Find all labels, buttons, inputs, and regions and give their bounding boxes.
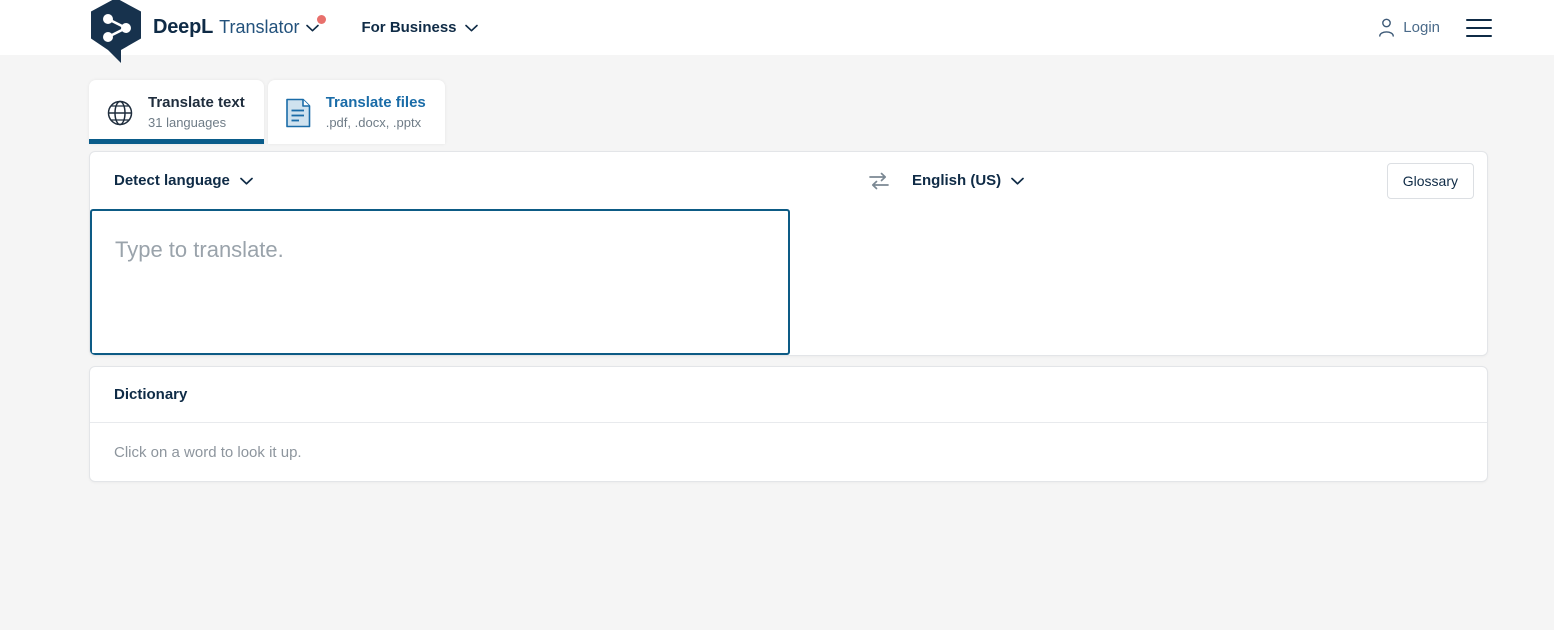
chevron-down-icon bbox=[306, 24, 320, 31]
nav-item-for-business[interactable]: For Business bbox=[361, 19, 478, 36]
target-text-panel[interactable] bbox=[790, 209, 1487, 355]
translation-panes: Type to translate. bbox=[90, 209, 1487, 355]
person-icon bbox=[1379, 18, 1395, 37]
app-header: DeepL Translator For Business Login bbox=[0, 0, 1554, 63]
chevron-down-icon bbox=[464, 24, 478, 31]
dictionary-title: Dictionary bbox=[90, 367, 1487, 423]
login-label: Login bbox=[1403, 19, 1440, 36]
chevron-down-icon bbox=[1011, 177, 1025, 185]
tab-translate-files-title: Translate files bbox=[325, 94, 426, 111]
nav-business-label: For Business bbox=[361, 19, 457, 36]
brand-title[interactable]: DeepL Translator bbox=[153, 14, 327, 39]
source-text-placeholder: Type to translate. bbox=[115, 237, 284, 262]
header-actions: Login bbox=[1378, 0, 1492, 55]
language-bar: Detect language English (US) Glossary bbox=[90, 152, 1487, 209]
brand-name: DeepL bbox=[153, 16, 214, 38]
tab-translate-files-subtitle: .pdf, .docx, .pptx bbox=[325, 114, 422, 130]
mode-tabs: Translate text 31 languages Translate fi… bbox=[89, 80, 1554, 144]
swap-arrows-icon bbox=[869, 172, 889, 189]
target-language-label: English (US) bbox=[912, 172, 1002, 189]
brand-block: DeepL Translator For Business bbox=[88, 0, 478, 55]
product-name: Translator bbox=[219, 17, 300, 37]
dictionary-empty-message: Click on a word to look it up. bbox=[114, 443, 302, 461]
dictionary-card: Dictionary Click on a word to look it up… bbox=[89, 366, 1488, 482]
product-menu-toggle[interactable] bbox=[306, 14, 327, 32]
target-language-selector[interactable]: English (US) bbox=[912, 172, 1025, 189]
globe-icon bbox=[107, 100, 133, 125]
chevron-down-icon bbox=[240, 177, 253, 185]
login-button[interactable]: Login bbox=[1378, 18, 1440, 37]
tab-translate-text-title: Translate text bbox=[148, 94, 245, 111]
swap-languages-button[interactable] bbox=[865, 167, 893, 195]
translator-card: Detect language English (US) Glossary Ty… bbox=[89, 151, 1488, 356]
tab-translate-files[interactable]: Translate files .pdf, .docx, .pptx bbox=[267, 80, 445, 144]
deepl-share-hexagon-logo-icon[interactable] bbox=[88, 0, 144, 64]
notification-dot bbox=[317, 14, 327, 24]
tab-translate-text[interactable]: Translate text 31 languages bbox=[89, 80, 264, 144]
hamburger-menu-icon[interactable] bbox=[1466, 18, 1492, 37]
glossary-button[interactable]: Glossary bbox=[1386, 162, 1474, 199]
source-text-panel[interactable]: Type to translate. bbox=[90, 209, 790, 355]
tab-translate-text-texts: Translate text 31 languages bbox=[148, 94, 245, 131]
tab-translate-files-texts: Translate files .pdf, .docx, .pptx bbox=[326, 94, 426, 131]
source-language-selector[interactable]: Detect language bbox=[114, 172, 253, 189]
tab-translate-text-subtitle: 31 languages bbox=[148, 114, 227, 130]
document-icon bbox=[285, 98, 311, 127]
source-language-label: Detect language bbox=[114, 172, 230, 189]
